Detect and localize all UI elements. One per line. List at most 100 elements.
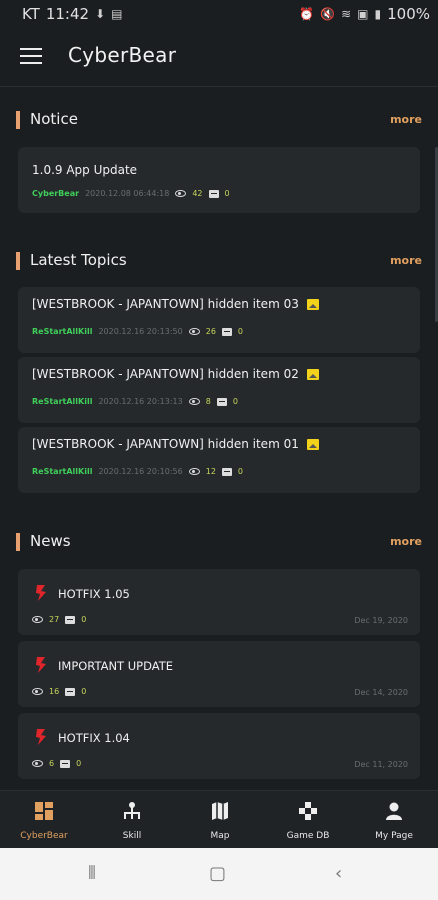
grid-icon bbox=[35, 802, 53, 820]
image-icon bbox=[306, 299, 319, 310]
post-meta: CyberBear 2020.12.08 06:44:18 42 0 bbox=[32, 189, 230, 198]
post-meta: ReStartAllKill 2020.12.16 20:13:13 8 0 bbox=[32, 397, 238, 406]
nav-label: Game DB bbox=[286, 831, 330, 841]
recent-apps-icon[interactable]: ⦀ bbox=[88, 863, 96, 884]
view-count: 27 bbox=[49, 615, 60, 624]
news-more-link[interactable]: more bbox=[390, 535, 422, 548]
topic-title-row: [WESTBROOK - JAPANTOWN] hidden item 02 bbox=[32, 367, 319, 381]
eye-icon bbox=[175, 190, 187, 197]
post-date: 2020.12.16 20:13:13 bbox=[98, 397, 183, 406]
comment-count: 0 bbox=[237, 327, 244, 336]
nav-cyberbear[interactable]: CyberBear bbox=[0, 791, 88, 849]
person-icon bbox=[386, 802, 402, 820]
system-navigation-bar: ⦀ ▢ ‹ bbox=[0, 848, 438, 900]
alarm-icon: ⏰ bbox=[299, 7, 315, 21]
cyberpunk-logo-icon bbox=[36, 729, 46, 745]
comment-icon bbox=[60, 759, 71, 768]
image-icon bbox=[306, 369, 319, 380]
app-bar: CyberBear bbox=[0, 28, 438, 87]
carrier: KT bbox=[22, 5, 40, 23]
download-icon: ⬇ bbox=[95, 7, 106, 21]
post-meta: ReStartAllKill 2020.12.16 20:13:50 26 0 bbox=[32, 327, 243, 336]
eye-icon bbox=[32, 616, 43, 623]
news-date: Dec 11, 2020 bbox=[354, 760, 408, 769]
notice-title: 1.0.9 App Update bbox=[32, 163, 138, 177]
comment-count: 0 bbox=[232, 397, 238, 406]
home-icon[interactable]: ▢ bbox=[209, 863, 226, 884]
eye-icon bbox=[32, 760, 43, 767]
post-date: 2020.12.16 20:10:56 bbox=[98, 467, 183, 476]
status-bar: KT 11:42 ⬇ ▤ ⏰ 🔇 ≋ ▣ ▮ 100% bbox=[0, 0, 438, 28]
comment-icon bbox=[221, 327, 232, 336]
comment-icon bbox=[208, 189, 219, 198]
news-date: Dec 19, 2020 bbox=[354, 616, 408, 625]
bottom-navigation: CyberBear Skill Map Game DB My Page bbox=[0, 790, 438, 849]
news-card[interactable]: HOTFIX 1.04 6 0 Dec 11, 2020 bbox=[18, 713, 420, 779]
comment-count: 0 bbox=[76, 759, 82, 768]
news-header: News more bbox=[16, 531, 422, 553]
nav-game-db[interactable]: Game DB bbox=[264, 791, 352, 849]
signal-icon: ▮ bbox=[374, 7, 382, 21]
news-title: HOTFIX 1.04 bbox=[58, 731, 130, 745]
eye-icon bbox=[188, 328, 200, 335]
post-author: ReStartAllKill bbox=[32, 397, 93, 406]
view-count: 26 bbox=[205, 327, 216, 336]
topic-title: [WESTBROOK - JAPANTOWN] hidden item 03 bbox=[32, 297, 299, 311]
app-title: CyberBear bbox=[68, 43, 177, 67]
topic-card[interactable]: [WESTBROOK - JAPANTOWN] hidden item 02 R… bbox=[18, 357, 420, 423]
latest-topics-more-link[interactable]: more bbox=[390, 254, 422, 267]
image-icon bbox=[306, 439, 319, 450]
post-meta: ReStartAllKill 2020.12.16 20:10:56 12 0 bbox=[32, 467, 243, 476]
eye-icon bbox=[188, 468, 200, 475]
wifi-icon: ≋ bbox=[341, 7, 352, 21]
notice-header: Notice more bbox=[16, 109, 422, 131]
main-content[interactable]: Notice more 1.0.9 App Update CyberBear 2… bbox=[0, 87, 438, 790]
section-title: Latest Topics bbox=[30, 251, 127, 269]
topic-card[interactable]: [WESTBROOK - JAPANTOWN] hidden item 03 R… bbox=[18, 287, 420, 353]
section-accent-bar bbox=[16, 252, 20, 270]
latest-topics-header: Latest Topics more bbox=[16, 250, 422, 272]
menu-icon[interactable] bbox=[20, 48, 42, 64]
post-date: 2020.12.16 20:13:50 bbox=[98, 327, 183, 336]
nav-map[interactable]: Map bbox=[176, 791, 264, 849]
cyberpunk-logo-icon bbox=[36, 585, 46, 601]
comment-count: 0 bbox=[81, 615, 87, 624]
map-icon bbox=[212, 802, 228, 820]
eye-icon bbox=[188, 398, 200, 405]
cyberpunk-logo-icon bbox=[36, 657, 46, 673]
nav-label: CyberBear bbox=[20, 831, 68, 841]
comment-count: 0 bbox=[81, 687, 87, 696]
post-meta: 6 0 bbox=[32, 759, 81, 768]
topic-title: [WESTBROOK - JAPANTOWN] hidden item 02 bbox=[32, 367, 299, 381]
eye-icon bbox=[32, 688, 43, 695]
comment-count: 0 bbox=[224, 189, 230, 198]
nav-my-page[interactable]: My Page bbox=[350, 791, 438, 849]
view-count: 6 bbox=[49, 759, 55, 768]
notice-card[interactable]: 1.0.9 App Update CyberBear 2020.12.08 06… bbox=[18, 147, 420, 213]
news-card[interactable]: HOTFIX 1.05 27 0 Dec 19, 2020 bbox=[18, 569, 420, 635]
view-count: 12 bbox=[205, 467, 216, 476]
comment-icon bbox=[65, 615, 76, 624]
post-meta: 16 0 bbox=[32, 687, 86, 696]
news-title: IMPORTANT UPDATE bbox=[58, 659, 174, 673]
view-count: 16 bbox=[49, 687, 60, 696]
comment-icon bbox=[65, 687, 76, 696]
nav-skill[interactable]: Skill bbox=[88, 791, 176, 849]
back-icon[interactable]: ‹ bbox=[335, 863, 342, 884]
post-meta: 27 0 bbox=[32, 615, 86, 624]
lte-icon: ▣ bbox=[357, 7, 369, 21]
news-date: Dec 14, 2020 bbox=[354, 688, 408, 697]
nav-label: Skill bbox=[122, 831, 142, 841]
topic-title-row: [WESTBROOK - JAPANTOWN] hidden item 01 bbox=[32, 437, 319, 451]
news-card[interactable]: IMPORTANT UPDATE 16 0 Dec 14, 2020 bbox=[18, 641, 420, 707]
post-author: ReStartAllKill bbox=[32, 467, 93, 476]
comment-count: 0 bbox=[237, 467, 244, 476]
clock: 11:42 bbox=[45, 5, 90, 23]
comment-icon bbox=[216, 397, 227, 406]
view-count: 42 bbox=[192, 189, 203, 198]
section-accent-bar bbox=[16, 533, 20, 551]
gamepad-icon bbox=[299, 802, 317, 820]
notice-more-link[interactable]: more bbox=[390, 113, 422, 126]
topic-card[interactable]: [WESTBROOK - JAPANTOWN] hidden item 01 R… bbox=[18, 427, 420, 493]
mute-icon: 🔇 bbox=[320, 7, 336, 21]
